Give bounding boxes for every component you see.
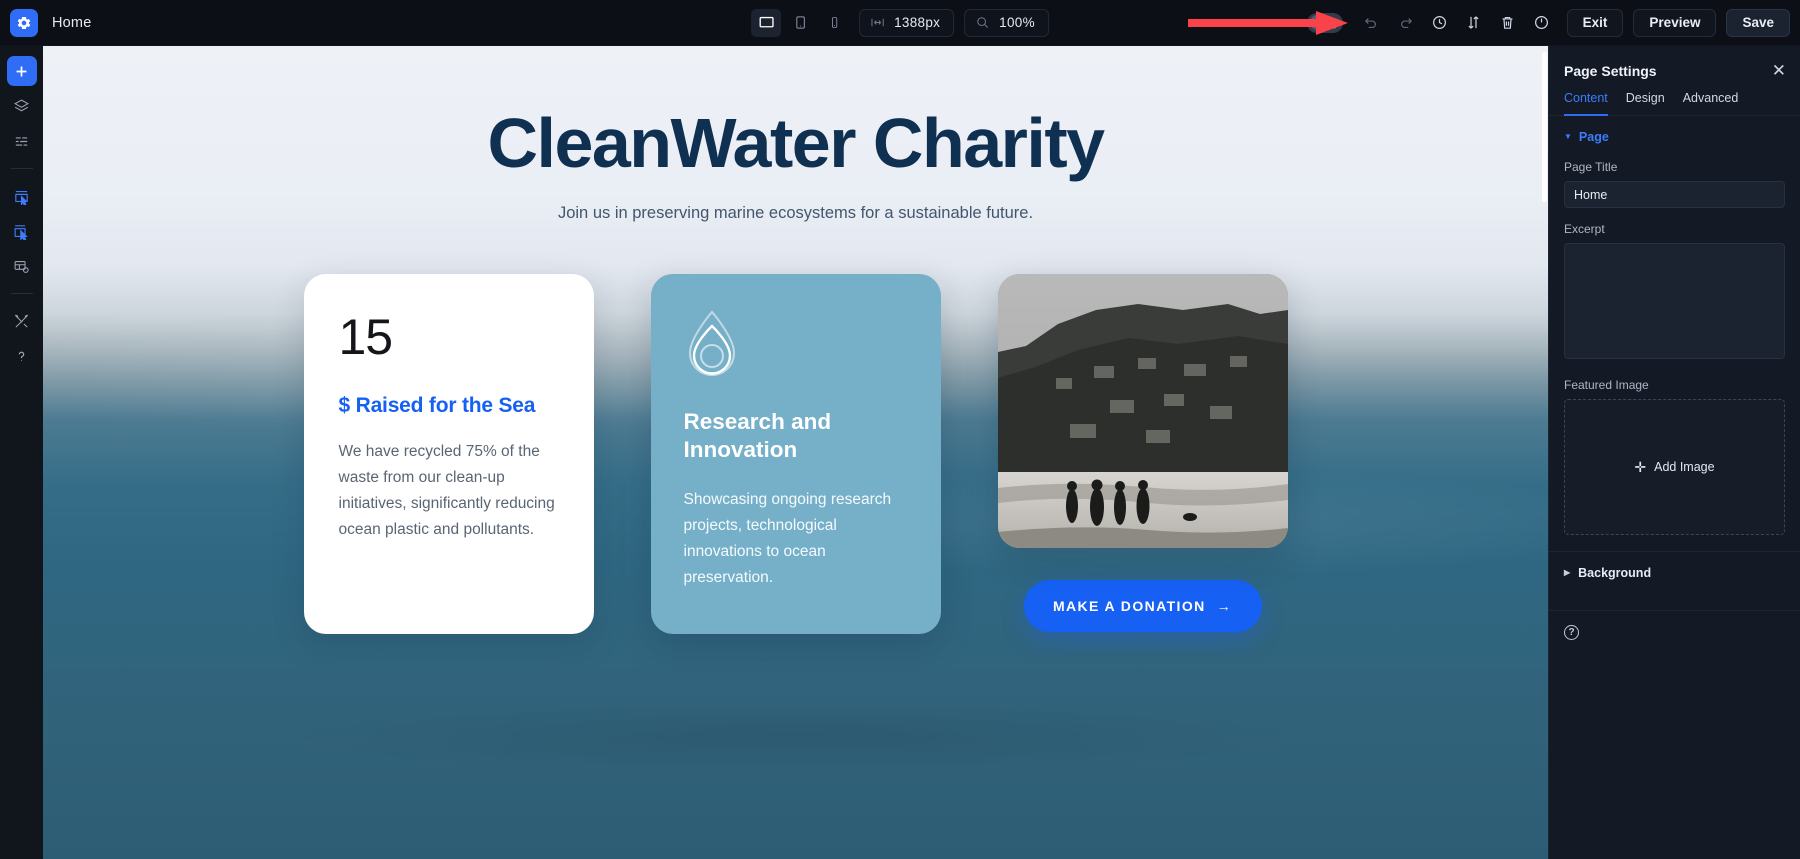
toolbar-center-group: 1388px 100% [751, 8, 1049, 37]
plus-icon[interactable] [6, 56, 37, 86]
section-page-toggle[interactable]: ▼ Page [1564, 130, 1785, 144]
save-button[interactable]: Save [1726, 8, 1790, 37]
toolbar-left-group: Home [0, 8, 300, 37]
database-icon[interactable] [7, 251, 37, 281]
canvas-width-field[interactable]: 1388px [859, 8, 955, 37]
toggle-knob [1309, 15, 1325, 30]
zoom-level-value: 100% [999, 15, 1035, 30]
hero-section: CleanWater Charity Join us in preserving… [43, 46, 1548, 223]
tab-design[interactable]: Design [1626, 91, 1665, 116]
stat-description: We have recycled 75% of the waste from o… [338, 443, 555, 539]
feature-description: Showcasing ongoing research projects, te… [683, 490, 892, 586]
toolbar-right-group: Exit Preview Save [1303, 8, 1800, 38]
duplicate-element-icon[interactable] [7, 216, 37, 246]
moon-icon [1328, 17, 1339, 29]
excerpt-label: Excerpt [1564, 222, 1605, 236]
rail-divider-2 [10, 293, 33, 294]
tablet-icon[interactable] [785, 9, 815, 37]
plus-icon: ✛ [1634, 458, 1647, 475]
app-root: Home 1388px 100% Exit Preview Save Clean… [0, 0, 1800, 859]
canvas-width-value: 1388px [894, 15, 941, 30]
panel-tabs: Content Design Advanced [1549, 91, 1800, 116]
featured-image-label: Featured Image [1564, 378, 1649, 392]
excerpt-textarea[interactable] [1564, 243, 1785, 359]
make-donation-button[interactable]: MAKE A DONATION → [1023, 580, 1262, 632]
width-arrows-icon [871, 18, 884, 27]
donate-label: MAKE A DONATION [1052, 598, 1206, 614]
section-background-label: Background [1578, 566, 1652, 580]
main-area: CleanWater Charity Join us in preserving… [0, 46, 1800, 859]
hero-title: CleanWater Charity [487, 104, 1105, 182]
sort-arrows-icon[interactable] [1459, 8, 1489, 38]
zoom-level-field[interactable]: 100% [964, 8, 1049, 37]
left-rail [0, 46, 43, 859]
tools-icon[interactable] [7, 306, 37, 336]
cards-row: 15 $ Raised for the Sea We have recycled… [43, 274, 1548, 634]
section-page-label: Page [1578, 130, 1609, 144]
mobile-icon[interactable] [819, 9, 849, 37]
desktop-icon[interactable] [751, 8, 782, 37]
layers-icon[interactable] [7, 91, 37, 121]
undo-icon[interactable] [1357, 8, 1387, 38]
magnifier-icon [977, 17, 989, 28]
page-title-heading: Page Settings [1564, 62, 1657, 79]
redo-icon[interactable] [1391, 8, 1421, 38]
arrow-right-icon: → [1216, 598, 1233, 614]
panel-body: ▼ Page Page Title Excerpt Featured Image… [1549, 116, 1800, 859]
stat-number: 15 [338, 309, 394, 365]
current-page-label: Home [52, 14, 92, 31]
hero-subtitle: Join us in preserving marine ecosystems … [557, 204, 1034, 222]
exit-button[interactable]: Exit [1566, 8, 1624, 37]
device-switcher [751, 8, 849, 37]
media-card: MAKE A DONATION → [997, 274, 1288, 634]
feature-card[interactable]: Research and Innovation Showcasing ongoi… [650, 274, 941, 634]
close-icon[interactable]: ✕ [1772, 62, 1786, 79]
tab-advanced[interactable]: Advanced [1683, 91, 1739, 116]
page-settings-panel: Page Settings ✕ Content Design Advanced … [1548, 46, 1800, 859]
question-mark-icon[interactable] [7, 341, 37, 371]
rail-divider [10, 168, 33, 169]
water-drop-icon [684, 309, 740, 381]
page-canvas[interactable]: CleanWater Charity Join us in preserving… [43, 46, 1548, 859]
top-toolbar: Home 1388px 100% Exit Preview Save [0, 0, 1800, 46]
select-element-icon[interactable] [7, 181, 37, 211]
add-image-dropzone[interactable]: ✛ Add Image [1564, 399, 1785, 535]
page-title-label: Page Title [1564, 160, 1618, 174]
chevron-down-icon: ▼ [1564, 132, 1572, 141]
grayscale-beach-photo[interactable] [997, 274, 1288, 548]
chevron-right-icon: ▶ [1564, 568, 1571, 577]
dark-mode-toggle[interactable] [1306, 12, 1343, 33]
page-title-input[interactable] [1564, 181, 1785, 208]
power-icon[interactable] [1527, 8, 1557, 38]
tab-content[interactable]: Content [1564, 91, 1608, 116]
clock-icon[interactable] [1425, 8, 1455, 38]
feature-title: Research and Innovation [683, 409, 832, 463]
question-mark-icon[interactable]: ? [1564, 625, 1579, 640]
list-icon[interactable] [7, 126, 37, 156]
preview-button[interactable]: Preview [1633, 8, 1717, 37]
stat-label: $ Raised for the Sea [338, 394, 536, 417]
stat-card[interactable]: 15 $ Raised for the Sea We have recycled… [303, 274, 594, 634]
gear-icon[interactable] [10, 8, 38, 37]
dark-mode-toggle-wrap [1303, 12, 1353, 33]
trash-icon[interactable] [1493, 8, 1523, 38]
add-image-label: Add Image [1654, 460, 1715, 474]
panel-header: Page Settings ✕ [1549, 46, 1800, 91]
section-background-toggle[interactable]: ▶ Background [1564, 552, 1785, 594]
